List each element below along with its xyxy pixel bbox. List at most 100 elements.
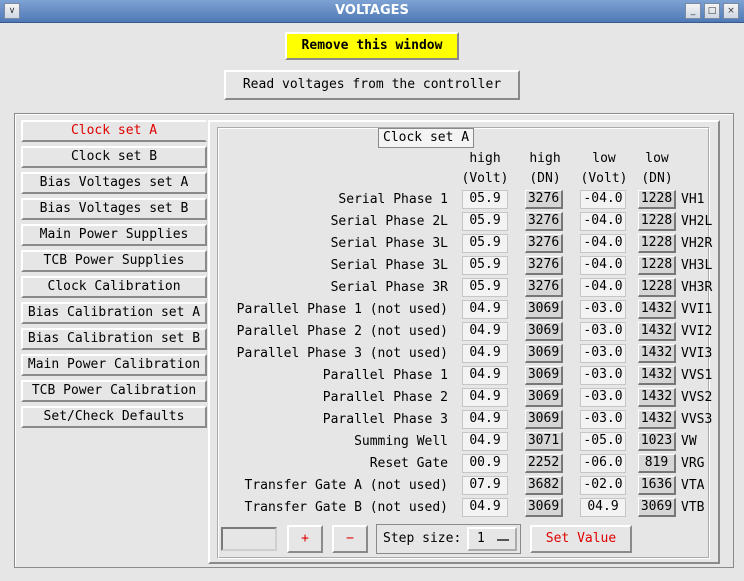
low-volt-value[interactable]: -02.0: [580, 476, 626, 495]
high-volt-value[interactable]: 05.9: [462, 190, 508, 209]
low-volt-value[interactable]: -03.0: [580, 366, 626, 385]
high-dn-value[interactable]: 3071: [525, 432, 563, 451]
high-volt-value[interactable]: 04.9: [462, 344, 508, 363]
high-dn-value[interactable]: 3276: [525, 256, 563, 275]
signal-code: VVI2: [681, 324, 713, 339]
high-dn-value[interactable]: 3069: [525, 300, 563, 319]
high-volt-value[interactable]: 04.9: [462, 410, 508, 429]
high-volt-value[interactable]: 04.9: [462, 366, 508, 385]
high-dn-value[interactable]: 2252: [525, 454, 563, 473]
increment-button[interactable]: +: [287, 525, 323, 553]
low-dn-value[interactable]: 1636: [638, 476, 676, 495]
low-dn-value[interactable]: 3069: [638, 498, 676, 517]
low-volt-value[interactable]: -03.0: [580, 410, 626, 429]
column-header: (Volt): [461, 171, 509, 186]
step-size-label: Step size:: [383, 531, 462, 546]
high-dn-value[interactable]: 3276: [525, 278, 563, 297]
high-volt-value[interactable]: 04.9: [462, 322, 508, 341]
low-dn-value[interactable]: 1432: [638, 344, 676, 363]
sidebar-item[interactable]: Bias Voltages set B: [21, 198, 207, 220]
low-dn-value[interactable]: 1432: [638, 300, 676, 319]
high-volt-value[interactable]: 04.9: [462, 498, 508, 517]
high-volt-value[interactable]: 04.9: [462, 300, 508, 319]
step-size-select[interactable]: 1: [467, 527, 517, 551]
signal-code: VVS1: [681, 368, 713, 383]
minimize-icon[interactable]: _: [685, 3, 701, 19]
low-dn-value[interactable]: 1228: [638, 256, 676, 275]
low-dn-value[interactable]: 1023: [638, 432, 676, 451]
window-title: VOLTAGES: [335, 3, 409, 18]
row-label: Serial Phase 3R: [330, 280, 448, 295]
high-volt-value[interactable]: 05.9: [462, 212, 508, 231]
high-dn-value[interactable]: 3069: [525, 344, 563, 363]
row-label: Transfer Gate A (not used): [244, 478, 449, 493]
low-dn-value[interactable]: 1228: [638, 212, 676, 231]
signal-code: VH2R: [681, 236, 713, 251]
value-input[interactable]: [221, 527, 277, 551]
low-dn-value[interactable]: 1228: [638, 278, 676, 297]
column-header: high: [469, 151, 501, 166]
high-dn-value[interactable]: 3069: [525, 322, 563, 341]
low-dn-value[interactable]: 1432: [638, 410, 676, 429]
signal-code: VTB: [681, 500, 705, 515]
sidebar-item[interactable]: Clock set B: [21, 146, 207, 168]
low-volt-value[interactable]: -03.0: [580, 322, 626, 341]
high-volt-value[interactable]: 07.9: [462, 476, 508, 495]
sidebar-item[interactable]: Clock set A: [21, 120, 207, 142]
low-volt-value[interactable]: -04.0: [580, 234, 626, 253]
low-volt-value[interactable]: -04.0: [580, 256, 626, 275]
high-dn-value[interactable]: 3276: [525, 234, 563, 253]
read-voltages-button[interactable]: Read voltages from the controller: [224, 70, 520, 100]
high-dn-value[interactable]: 3276: [525, 190, 563, 209]
signal-code: VRG: [681, 456, 705, 471]
title-bar: ∨ VOLTAGES _ □ ×: [0, 0, 744, 23]
low-volt-value[interactable]: -06.0: [580, 454, 626, 473]
sidebar-item[interactable]: Bias Calibration set B: [21, 328, 207, 350]
high-dn-value[interactable]: 3069: [525, 388, 563, 407]
high-volt-value[interactable]: 05.9: [462, 256, 508, 275]
high-volt-value[interactable]: 04.9: [462, 432, 508, 451]
sidebar-item[interactable]: Set/Check Defaults: [21, 406, 207, 428]
column-header: low: [592, 151, 616, 166]
row-label: Parallel Phase 3 (not used): [236, 346, 448, 361]
signal-code: VH3L: [681, 258, 713, 273]
set-value-button[interactable]: Set Value: [530, 525, 632, 553]
high-volt-value[interactable]: 05.9: [462, 234, 508, 253]
high-dn-value[interactable]: 3069: [525, 366, 563, 385]
low-dn-value[interactable]: 819: [638, 454, 676, 473]
low-volt-value[interactable]: -04.0: [580, 190, 626, 209]
row-label: Serial Phase 3L: [330, 258, 448, 273]
sidebar-item[interactable]: Main Power Supplies: [21, 224, 207, 246]
low-volt-value[interactable]: -03.0: [580, 344, 626, 363]
sidebar-item[interactable]: TCB Power Calibration: [21, 380, 207, 402]
decrement-button[interactable]: −: [332, 525, 368, 553]
row-label: Serial Phase 2L: [330, 214, 448, 229]
low-dn-value[interactable]: 1432: [638, 366, 676, 385]
high-dn-value[interactable]: 3069: [525, 410, 563, 429]
high-dn-value[interactable]: 3276: [525, 212, 563, 231]
sidebar-item[interactable]: Bias Voltages set A: [21, 172, 207, 194]
low-volt-value[interactable]: 04.9: [580, 498, 626, 517]
dropdown-icon: [497, 539, 509, 541]
low-dn-value[interactable]: 1432: [638, 388, 676, 407]
sidebar-item[interactable]: TCB Power Supplies: [21, 250, 207, 272]
sidebar-item[interactable]: Bias Calibration set A: [21, 302, 207, 324]
high-volt-value[interactable]: 05.9: [462, 278, 508, 297]
high-dn-value[interactable]: 3682: [525, 476, 563, 495]
low-volt-value[interactable]: -04.0: [580, 278, 626, 297]
low-volt-value[interactable]: -03.0: [580, 300, 626, 319]
high-volt-value[interactable]: 04.9: [462, 388, 508, 407]
maximize-icon[interactable]: □: [704, 3, 720, 19]
sidebar-item[interactable]: Main Power Calibration: [21, 354, 207, 376]
low-dn-value[interactable]: 1228: [638, 190, 676, 209]
close-icon[interactable]: ×: [723, 3, 739, 19]
low-volt-value[interactable]: -05.0: [580, 432, 626, 451]
low-volt-value[interactable]: -04.0: [580, 212, 626, 231]
high-dn-value[interactable]: 3069: [525, 498, 563, 517]
remove-window-button[interactable]: Remove this window: [285, 32, 459, 60]
low-volt-value[interactable]: -03.0: [580, 388, 626, 407]
sidebar-item[interactable]: Clock Calibration: [21, 276, 207, 298]
low-dn-value[interactable]: 1228: [638, 234, 676, 253]
high-volt-value[interactable]: 00.9: [462, 454, 508, 473]
low-dn-value[interactable]: 1432: [638, 322, 676, 341]
